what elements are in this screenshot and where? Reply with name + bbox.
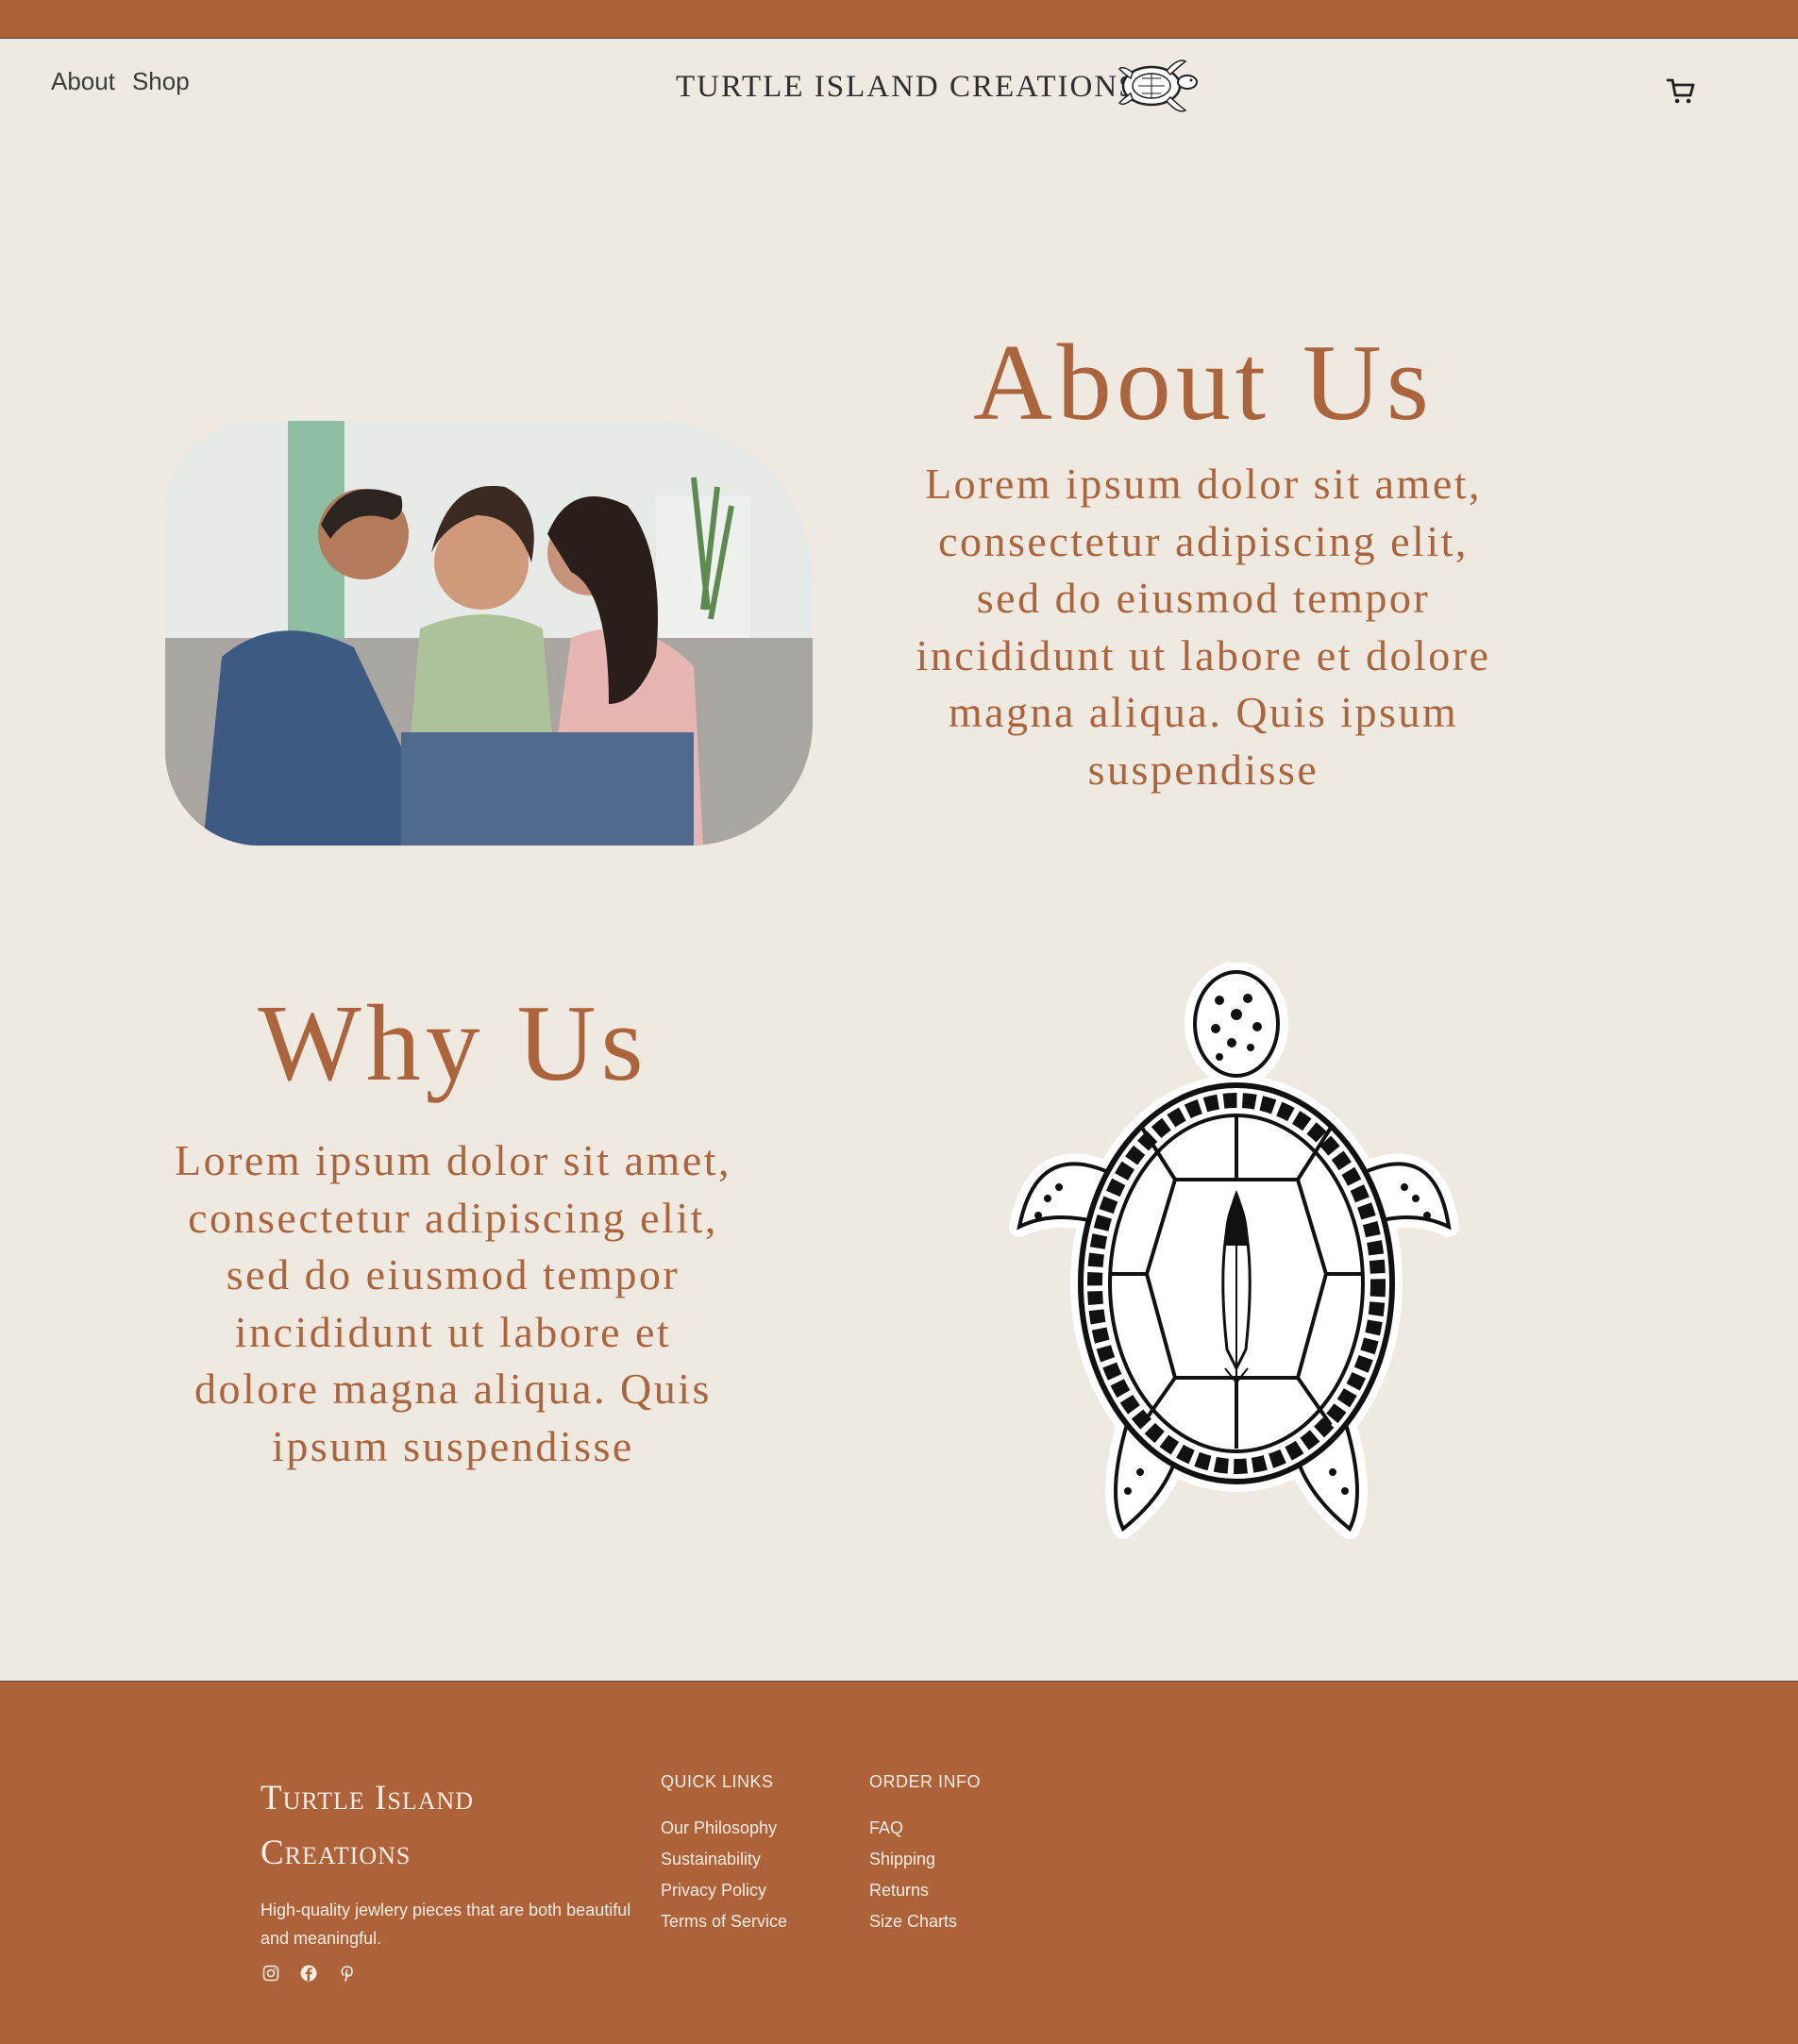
footer-link-sustainability[interactable]: Sustainability [661, 1844, 787, 1875]
site-footer: Turtle Island Creations High-quality jew… [0, 1681, 1798, 2044]
about-heading: About Us [973, 323, 1434, 444]
pinterest-icon[interactable] [338, 1965, 355, 1982]
nav-about-link[interactable]: About [51, 67, 115, 96]
turtle-icon[interactable] [1112, 50, 1202, 122]
cart-icon[interactable] [1665, 75, 1697, 107]
footer-link-size-charts[interactable]: Size Charts [869, 1906, 981, 1937]
order-info-heading: ORDER INFO [869, 1772, 982, 1791]
facebook-icon[interactable] [300, 1965, 317, 1982]
footer-link-privacy[interactable]: Privacy Policy [661, 1875, 787, 1906]
site-header: About Shop TURTLE ISLAND CREATIONS [0, 39, 1798, 171]
footer-brand-line1: Turtle Island [260, 1779, 475, 1818]
quick-links-heading: QUICK LINKS [661, 1772, 774, 1791]
footer-link-faq[interactable]: FAQ [869, 1813, 981, 1844]
footer-link-philosophy[interactable]: Our Philosophy [661, 1813, 787, 1844]
footer-link-terms[interactable]: Terms of Service [661, 1906, 787, 1937]
footer-tagline: High-quality jewlery pieces that are bot… [260, 1901, 631, 1948]
top-accent-bar [0, 0, 1798, 39]
why-heading: Why Us [258, 983, 648, 1104]
main-nav: About Shop [51, 67, 190, 96]
social-links [262, 1965, 355, 1982]
footer-link-shipping[interactable]: Shipping [869, 1844, 981, 1875]
footer-brand-line2: Creations [260, 1834, 412, 1872]
about-text: Lorem ipsum dolor sit amet, consectetur … [916, 460, 1491, 794]
site-title[interactable]: TURTLE ISLAND CREATIONS [676, 70, 1138, 105]
family-photo [165, 421, 813, 846]
footer-order-info: ORDER INFO FAQ Shipping Returns Size Cha… [869, 1772, 981, 1937]
footer-brand[interactable]: Turtle Island Creations [260, 1771, 563, 1881]
nav-shop-link[interactable]: Shop [132, 67, 190, 96]
turtle-illustration [1009, 963, 1459, 1539]
footer-link-returns[interactable]: Returns [869, 1875, 981, 1906]
why-text: Lorem ipsum dolor sit amet, consectetur … [174, 1136, 732, 1470]
footer-quick-links: QUICK LINKS Our Philosophy Sustainabilit… [661, 1772, 787, 1937]
instagram-icon[interactable] [262, 1965, 279, 1982]
